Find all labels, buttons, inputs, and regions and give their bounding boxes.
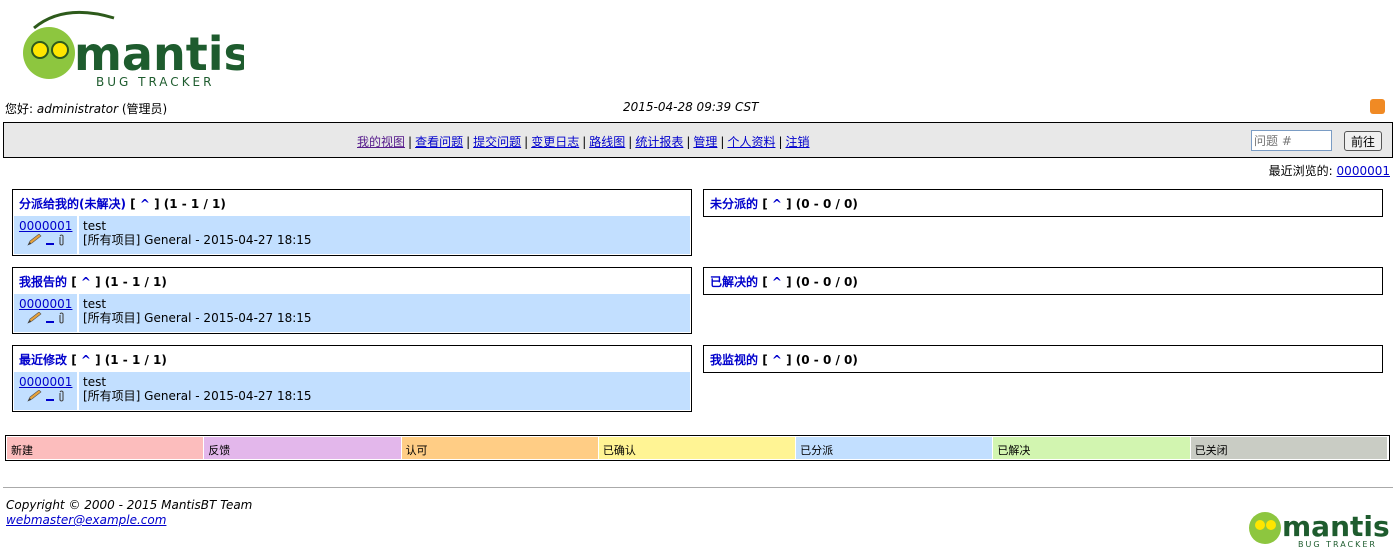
- issue-id-link[interactable]: 0000001: [19, 219, 72, 233]
- box-title-link[interactable]: 已解决的: [710, 275, 758, 289]
- menu-separator: |: [408, 135, 413, 149]
- box-jump-link[interactable]: ^: [77, 353, 95, 367]
- recent-issue-link[interactable]: 0000001: [1337, 164, 1390, 178]
- menu-separator: |: [628, 135, 633, 149]
- box-range: (0 - 0 / 0): [795, 275, 858, 289]
- box-header: 未分派的 [ ^ ] (0 - 0 / 0): [710, 197, 858, 211]
- box-range: (0 - 0 / 0): [795, 197, 858, 211]
- divider: [3, 487, 1393, 488]
- rss-icon[interactable]: [1370, 99, 1385, 114]
- legend-status: 已确认: [598, 437, 797, 459]
- attachment-paperclip-icon: [59, 234, 64, 246]
- menu-item-1[interactable]: 查看问题: [415, 135, 463, 149]
- issue-summary: test: [83, 297, 107, 311]
- menu-item-4[interactable]: 路线图: [589, 135, 625, 149]
- greeting-label: 您好:: [5, 102, 34, 116]
- attachment-paperclip-icon: [59, 312, 64, 324]
- menu-separator: |: [686, 135, 691, 149]
- legend-status: 已关闭: [1190, 437, 1388, 459]
- menu-item-6[interactable]: 管理: [693, 135, 717, 149]
- box-header: 分派给我的(未解决) [ ^ ] (1 - 1 / 1): [19, 197, 226, 211]
- issue-id-link[interactable]: 0000001: [19, 375, 72, 389]
- svg-text:BUG TRACKER: BUG TRACKER: [96, 75, 214, 89]
- footer-mantis-logo[interactable]: mantis BUG TRACKER: [1240, 500, 1390, 550]
- issue-box: 已解决的 [ ^ ] (0 - 0 / 0): [703, 267, 1383, 295]
- edit-pencil-icon[interactable]: [26, 390, 42, 402]
- box-header: 我报告的 [ ^ ] (1 - 1 / 1): [19, 275, 167, 289]
- edit-pencil-icon[interactable]: [26, 312, 42, 324]
- menu-separator: |: [466, 135, 471, 149]
- issue-detail: [所有项目] General - 2015-04-27 18:15: [83, 233, 312, 247]
- box-jump-link[interactable]: ^: [768, 197, 786, 211]
- box-jump-link[interactable]: ^: [768, 275, 786, 289]
- issue-box: 最近修改 [ ^ ] (1 - 1 / 1) 0000001 test [所有项目…: [12, 345, 692, 412]
- current-datetime: 2015-04-28 09:39 CST: [623, 100, 759, 114]
- recently-visited: 最近浏览的: 0000001: [1269, 162, 1390, 179]
- copyright: Copyright © 2000 - 2015 MantisBT Team: [6, 498, 253, 512]
- legend-status: 认可: [401, 437, 599, 459]
- menu-item-7[interactable]: 个人资料: [727, 135, 775, 149]
- issue-detail: [所有项目] General - 2015-04-27 18:15: [83, 311, 312, 325]
- mantis-logo[interactable]: mantis BUG TRACKER: [4, 8, 251, 90]
- svg-text:mantis: mantis: [1282, 510, 1390, 543]
- issue-id-link[interactable]: 0000001: [19, 297, 72, 311]
- priority-dash-icon: [46, 399, 54, 401]
- legend-status: 新建: [7, 437, 205, 459]
- box-title-link[interactable]: 未分派的: [710, 197, 758, 211]
- issue-box: 未分派的 [ ^ ] (0 - 0 / 0): [703, 189, 1383, 217]
- menu-separator: |: [582, 135, 587, 149]
- recently-visited-label: 最近浏览的:: [1268, 164, 1333, 178]
- menu-separator: |: [720, 135, 725, 149]
- box-range: (0 - 0 / 0): [795, 353, 858, 367]
- issue-summary: test: [83, 219, 107, 233]
- legend-status: 已分派: [796, 437, 994, 459]
- mantis-logo-icon: mantis BUG TRACKER: [23, 10, 251, 89]
- box-jump-link[interactable]: ^: [136, 197, 154, 211]
- box-range: (1 - 1 / 1): [104, 275, 167, 289]
- priority-dash-icon: [46, 243, 54, 245]
- menu-item-5[interactable]: 统计报表: [635, 135, 683, 149]
- box-header: 最近修改 [ ^ ] (1 - 1 / 1): [19, 353, 167, 367]
- issue-number-input[interactable]: [1251, 130, 1332, 151]
- go-button[interactable]: 前往: [1344, 131, 1382, 151]
- edit-pencil-icon[interactable]: [26, 234, 42, 246]
- menu-item-2[interactable]: 提交问题: [473, 135, 521, 149]
- svg-text:BUG TRACKER: BUG TRACKER: [1298, 540, 1377, 549]
- menu-item-0[interactable]: 我的视图: [357, 135, 405, 149]
- user-greeting: 您好: administrator (管理员): [5, 100, 167, 117]
- box-header: 我监视的 [ ^ ] (0 - 0 / 0): [710, 353, 858, 367]
- issue-box: 分派给我的(未解决) [ ^ ] (1 - 1 / 1) 0000001 tes…: [12, 189, 692, 256]
- issue-box: 我报告的 [ ^ ] (1 - 1 / 1) 0000001 test [所有项目…: [12, 267, 692, 334]
- user-role: (管理员): [121, 102, 168, 116]
- issue-row: 0000001 test [所有项目] General - 2015-04-27 …: [14, 294, 690, 332]
- issue-summary: test: [83, 375, 107, 389]
- box-jump-link[interactable]: ^: [77, 275, 95, 289]
- issue-box: 我监视的 [ ^ ] (0 - 0 / 0): [703, 345, 1383, 373]
- box-range: (1 - 1 / 1): [104, 353, 167, 367]
- mantis-logo-icon: mantis BUG TRACKER: [1249, 510, 1390, 549]
- menu-separator: |: [778, 135, 783, 149]
- menu-item-8[interactable]: 注销: [786, 135, 810, 149]
- svg-text:mantis: mantis: [74, 27, 244, 81]
- legend-status: 反馈: [204, 437, 402, 459]
- box-range: (1 - 1 / 1): [163, 197, 226, 211]
- main-menu: 我的视图 | 查看问题 | 提交问题 | 变更日志 | 路线图 | 统计报表 | 管理 | 个人资料 | 注销 …: [3, 122, 1393, 158]
- issue-row: 0000001 test [所有项目] General - 2015-04-27 …: [14, 372, 690, 410]
- box-title-link[interactable]: 我报告的: [19, 275, 67, 289]
- box-header: 已解决的 [ ^ ] (0 - 0 / 0): [710, 275, 858, 289]
- username: administrator: [36, 102, 119, 116]
- box-jump-link[interactable]: ^: [768, 353, 786, 367]
- box-title-link[interactable]: 分派给我的(未解决): [19, 197, 126, 211]
- status-legend: 新建 反馈 认可 已确认 已分派 已解决 已关闭: [5, 435, 1390, 461]
- menu-item-3[interactable]: 变更日志: [531, 135, 579, 149]
- legend-status: 已解决: [993, 437, 1191, 459]
- attachment-paperclip-icon: [59, 390, 64, 402]
- webmaster-email-link[interactable]: webmaster@example.com: [6, 513, 166, 527]
- box-title-link[interactable]: 最近修改: [19, 353, 67, 367]
- priority-dash-icon: [46, 321, 54, 323]
- issue-row: 0000001 test [所有项目] General - 2015-04-27 …: [14, 216, 690, 254]
- menu-separator: |: [524, 135, 529, 149]
- box-title-link[interactable]: 我监视的: [710, 353, 758, 367]
- issue-detail: [所有项目] General - 2015-04-27 18:15: [83, 389, 312, 403]
